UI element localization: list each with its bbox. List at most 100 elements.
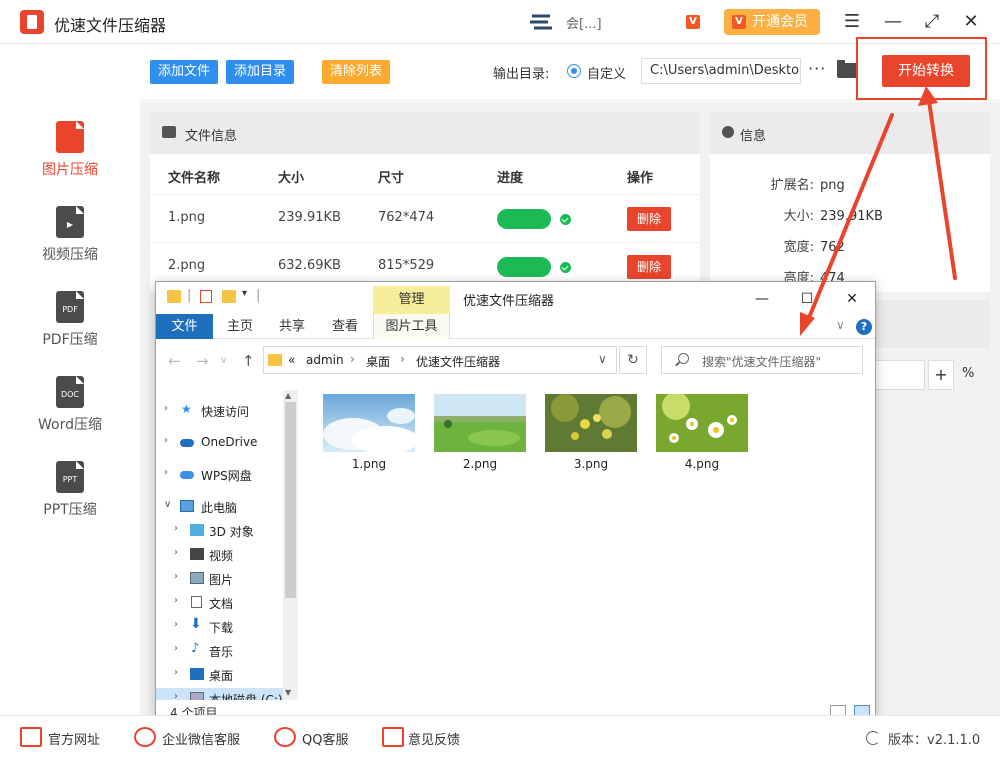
sidebar-item-label: PDF压缩 [42, 332, 98, 348]
search-input[interactable]: 搜索"优速文件压缩器" [661, 346, 863, 374]
image-icon [162, 126, 176, 138]
chevron-right-icon: › [174, 619, 178, 630]
tab-home[interactable]: 主页 [213, 314, 267, 339]
customize-toolbar-icon[interactable]: ▾ [242, 288, 247, 299]
chevron-down-icon[interactable]: ∨ [598, 352, 607, 366]
breadcrumb-current[interactable]: 优速文件压缩器 [416, 353, 500, 370]
info-width: 宽度: 762 [783, 240, 845, 255]
back-arrow-icon[interactable]: ← [168, 352, 181, 370]
add-file-button[interactable]: 添加文件 [150, 60, 219, 84]
app-title: 优速文件压缩器 [54, 16, 167, 35]
address-bar[interactable]: « admin › 桌面 › 优速文件压缩器 ∨ [263, 346, 617, 374]
qq-support-link[interactable]: QQ客服 [302, 729, 348, 748]
user-name[interactable]: 会[...] [566, 13, 602, 32]
ribbon-tabs: 文件 主页 共享 查看 图片工具 ∨ ? [156, 314, 875, 339]
open-vip-button[interactable]: V 开通会员 [724, 9, 820, 35]
scroll-up-icon: ▲ [285, 391, 292, 400]
toolbar: 添加文件 添加目录 清除列表 输出目录: 自定义 C:\Users\admin\… [140, 37, 1000, 101]
refresh-icon[interactable]: ↻ [619, 346, 647, 374]
table-row[interactable]: 1.png 239.91KB 762*474 删除 [150, 194, 700, 242]
breadcrumb-admin[interactable]: admin [306, 353, 344, 367]
sidebar-item-word-compress[interactable]: DOC Word压缩 [0, 376, 140, 456]
delete-button[interactable]: 删除 [627, 207, 671, 231]
file-name-label[interactable]: 4.png [656, 457, 748, 471]
sidebar-item-ppt-compress[interactable]: PPT PPT压缩 [0, 461, 140, 541]
wechat-support-link[interactable]: 企业微信客服 [162, 729, 240, 748]
chevron-right-icon: › [174, 643, 178, 654]
file-name-label[interactable]: 2.png [434, 457, 526, 471]
separator: | [256, 288, 261, 303]
minimize-button[interactable]: — [881, 10, 905, 34]
file-dimensions: 815*529 [378, 258, 435, 273]
sidebar: 图片压缩 ▶ 视频压缩 PDF PDF压缩 DOC Word压缩 PPT PPT… [0, 45, 140, 715]
recent-chevron-icon[interactable]: ∨ [220, 355, 227, 366]
forward-arrow-icon[interactable]: → [196, 352, 209, 370]
manage-tab[interactable]: 管理 [373, 286, 450, 314]
video-file-icon: ▶ [56, 206, 84, 238]
up-arrow-icon[interactable]: ↑ [242, 352, 255, 370]
image-file-icon [56, 121, 84, 153]
official-website-link[interactable]: 官方网址 [48, 729, 100, 748]
more-options-icon[interactable]: ··· [808, 59, 826, 78]
navigation-tree: › ★ 快速访问 › OneDrive › WPS网盘 ∨ 此电脑 › 3D 对… [156, 390, 301, 700]
clear-list-button[interactable]: 清除列表 [322, 60, 391, 84]
quick-access-folder-icon[interactable] [167, 290, 181, 303]
tab-share[interactable]: 共享 [265, 314, 319, 339]
add-directory-button[interactable]: 添加目录 [226, 60, 295, 84]
file-name-label[interactable]: 3.png [545, 457, 637, 471]
breadcrumb-overflow[interactable]: « [288, 353, 295, 367]
wechat-icon [134, 727, 156, 747]
tree-item-local-disk[interactable]: › 本地磁盘 (C:) [156, 688, 286, 700]
file-thumbnail-2[interactable] [434, 394, 526, 452]
output-path-input[interactable]: C:\Users\admin\Deskto [641, 58, 801, 84]
file-thumbnail-1[interactable] [323, 394, 419, 454]
close-button[interactable]: ✕ [959, 10, 983, 34]
sidebar-item-pdf-compress[interactable]: PDF PDF压缩 [0, 291, 140, 371]
tree-scrollbar[interactable]: ▲ ▼ [283, 390, 298, 700]
navigation-bar: ← → ∨ ↑ « admin › 桌面 › 优速文件压缩器 ∨ ↻ 搜索"优速… [156, 344, 875, 378]
sidebar-item-label: 图片压缩 [42, 162, 98, 178]
delete-button[interactable]: 删除 [627, 255, 671, 279]
explorer-minimize-button[interactable]: — [747, 288, 777, 310]
file-name: 2.png [168, 258, 206, 273]
gear-icon [722, 126, 734, 138]
tab-picture-tools[interactable]: 图片工具 [373, 314, 450, 339]
new-folder-icon[interactable] [222, 290, 236, 303]
file-thumbnail-3[interactable] [545, 394, 637, 452]
explorer-title: 优速文件压缩器 [463, 294, 555, 309]
video-icon [190, 548, 204, 560]
sidebar-item-label: 视频压缩 [42, 247, 98, 263]
file-name: 1.png [168, 210, 206, 225]
feedback-link[interactable]: 意见反馈 [408, 729, 460, 748]
sidebar-item-label: PPT压缩 [43, 502, 97, 518]
user-avatar-icon[interactable] [528, 12, 556, 32]
quality-plus-button[interactable]: + [928, 360, 954, 390]
file-thumbnail-4[interactable] [656, 392, 748, 452]
cube-icon [190, 524, 204, 536]
menu-icon[interactable]: ☰ [840, 10, 864, 34]
explorer-maximize-button[interactable]: ☐ [792, 288, 822, 310]
tab-view[interactable]: 查看 [318, 314, 372, 339]
chevron-down-icon[interactable]: ∨ [836, 318, 845, 332]
open-folder-icon[interactable] [837, 60, 857, 78]
footer: 官方网址 企业微信客服 QQ客服 意见反馈 版本：v2.1.1.0 [0, 715, 1000, 760]
chevron-right-icon: › [164, 435, 168, 446]
sidebar-item-label: Word压缩 [38, 417, 102, 433]
sidebar-item-video-compress[interactable]: ▶ 视频压缩 [0, 206, 140, 286]
picture-icon [190, 572, 204, 584]
column-header-dimensions: 尺寸 [378, 171, 405, 186]
custom-radio-label[interactable]: 自定义 [587, 63, 626, 82]
breadcrumb-separator: › [400, 352, 405, 366]
custom-radio[interactable] [567, 64, 581, 78]
scrollbar-thumb[interactable] [285, 402, 296, 598]
explorer-close-button[interactable]: ✕ [837, 288, 867, 310]
breadcrumb-desktop[interactable]: 桌面 [366, 353, 390, 370]
help-icon[interactable]: ? [856, 319, 872, 335]
tab-file[interactable]: 文件 [156, 314, 213, 339]
sidebar-item-image-compress[interactable]: 图片压缩 [0, 121, 140, 201]
file-info-panel: 文件信息 文件名称 大小 尺寸 进度 操作 1.png 239.91KB 762… [150, 112, 700, 292]
properties-icon[interactable] [200, 290, 212, 303]
chevron-right-icon: › [174, 691, 178, 700]
maximize-button[interactable]: ⤢ [920, 10, 944, 34]
file-name-label[interactable]: 1.png [323, 457, 415, 471]
